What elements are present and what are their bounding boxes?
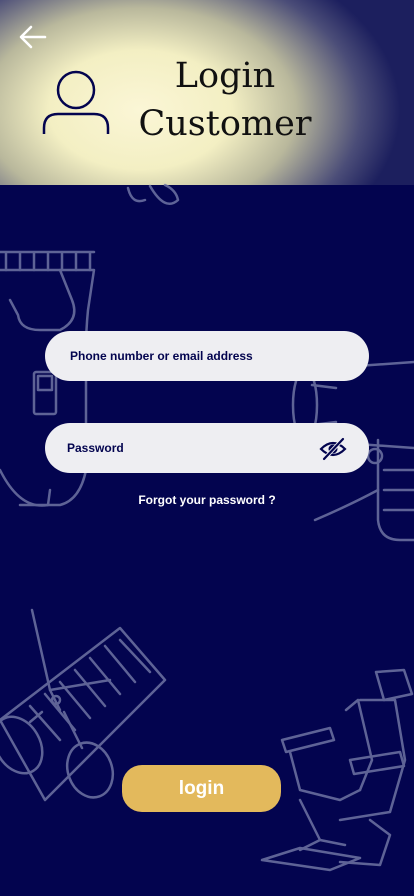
page-title: Login Customer xyxy=(120,52,330,148)
eye-off-icon[interactable] xyxy=(318,437,348,461)
user-icon xyxy=(42,70,110,134)
back-arrow-icon[interactable] xyxy=(16,20,50,54)
title-line-2: Customer xyxy=(138,104,312,144)
barber-chair-icon xyxy=(260,668,414,872)
scissors-icon xyxy=(0,608,115,799)
forgot-password-link[interactable]: Forgot your password ? xyxy=(0,493,414,507)
header-banner: Login Customer xyxy=(0,0,414,185)
scissors-handle-icon xyxy=(126,183,180,205)
login-button[interactable]: login xyxy=(122,765,281,812)
phone-email-input[interactable] xyxy=(45,331,369,381)
title-line-1: Login xyxy=(174,56,276,96)
